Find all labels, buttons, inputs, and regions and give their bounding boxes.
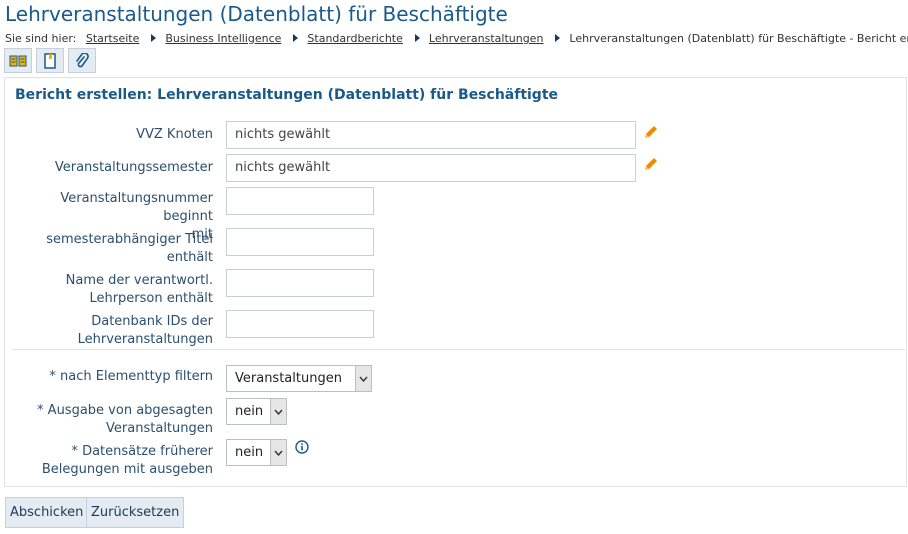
form-divider (12, 349, 905, 350)
titel-input[interactable] (226, 228, 374, 256)
ids-label-line2: Lehrveranstaltungen (77, 332, 213, 347)
breadcrumb-standardberichte[interactable]: Standardberichte (307, 32, 402, 45)
report-button[interactable] (4, 48, 32, 73)
ids-label-line1: Datenbank IDs der (91, 314, 213, 329)
vvz-field[interactable]: nichts gewählt (226, 121, 636, 149)
ids-input[interactable] (226, 310, 374, 338)
breadcrumb-startseite[interactable]: Startseite (86, 32, 140, 45)
breadcrumb-separator-icon (293, 34, 299, 42)
breadcrumb: Sie sind hier: Startseite Business Intell… (5, 32, 908, 45)
lehrperson-label: Name der verantwortl. Lehrperson enthält (8, 272, 213, 308)
titel-label-line1: semesterabhängiger Titel (46, 232, 213, 247)
elementtyp-label: * nach Elementtyp filtern (49, 369, 213, 384)
titel-label: semesterabhängiger Titel enthält (8, 231, 213, 267)
breadcrumb-separator-icon (151, 34, 157, 42)
report-icon (9, 55, 27, 66)
submit-button[interactable]: Abschicken (5, 497, 89, 528)
abgesagt-label-line1: * Ausgabe von abgesagten (37, 403, 213, 418)
frueher-label: * Datensätze früherer Belegungen mit aus… (8, 443, 213, 479)
breadcrumb-business-intelligence[interactable]: Business Intelligence (165, 32, 281, 45)
notebook-icon (44, 52, 56, 69)
page-title: Lehrveranstaltungen (Datenblatt) für Bes… (5, 2, 508, 26)
breadcrumb-label: Sie sind hier: (5, 32, 77, 45)
abgesagt-select-value: nein (235, 404, 264, 419)
breadcrumb-separator-icon (555, 34, 561, 42)
vvz-edit-pencil-icon[interactable] (643, 124, 659, 140)
frueher-label-line2: Belegungen mit ausgeben (41, 462, 213, 477)
lehrperson-input[interactable] (226, 269, 374, 297)
titel-label-line2: enthält (166, 250, 213, 265)
chevron-down-icon (270, 440, 286, 465)
chevron-down-icon (270, 399, 286, 424)
ids-label: Datenbank IDs der Lehrveranstaltungen (8, 313, 213, 349)
frueher-select[interactable]: nein (226, 439, 287, 466)
toolbar (4, 48, 96, 73)
info-icon[interactable] (295, 440, 309, 454)
breadcrumb-lehrveranstaltungen[interactable]: Lehrveranstaltungen (429, 32, 544, 45)
paperclip-icon (76, 52, 89, 67)
elementtyp-select-value: Veranstaltungen (235, 371, 342, 386)
semester-edit-pencil-icon[interactable] (643, 156, 659, 172)
breadcrumb-current: Lehrveranstaltungen (Datenblatt) für Bes… (569, 32, 908, 45)
nummer-label-line1: Veranstaltungsnummer beginnt (60, 191, 213, 224)
lehrperson-label-line1: Name der verantwortl. (65, 273, 213, 288)
frueher-select-value: nein (235, 445, 264, 460)
abgesagt-select[interactable]: nein (226, 398, 287, 425)
semester-label: Veranstaltungssemester (54, 160, 213, 175)
frueher-label-line1: * Datensätze früherer (71, 444, 213, 459)
attachment-button[interactable] (68, 48, 96, 73)
chevron-down-icon (355, 366, 371, 391)
breadcrumb-separator-icon (414, 34, 420, 42)
semester-field[interactable]: nichts gewählt (226, 154, 636, 182)
lehrperson-label-line2: Lehrperson enthält (89, 291, 213, 306)
abgesagt-label-line2: Veranstaltungen (106, 421, 213, 436)
form-title: Bericht erstellen: Lehrveranstaltungen (… (15, 87, 559, 103)
nummer-input[interactable] (226, 187, 374, 215)
reset-button[interactable]: Zurücksetzen (86, 497, 185, 528)
abgesagt-label: * Ausgabe von abgesagten Veranstaltungen (8, 402, 213, 438)
elementtyp-select[interactable]: Veranstaltungen (226, 365, 372, 392)
vvz-label: VVZ Knoten (136, 127, 213, 142)
notebook-button[interactable] (36, 48, 64, 73)
